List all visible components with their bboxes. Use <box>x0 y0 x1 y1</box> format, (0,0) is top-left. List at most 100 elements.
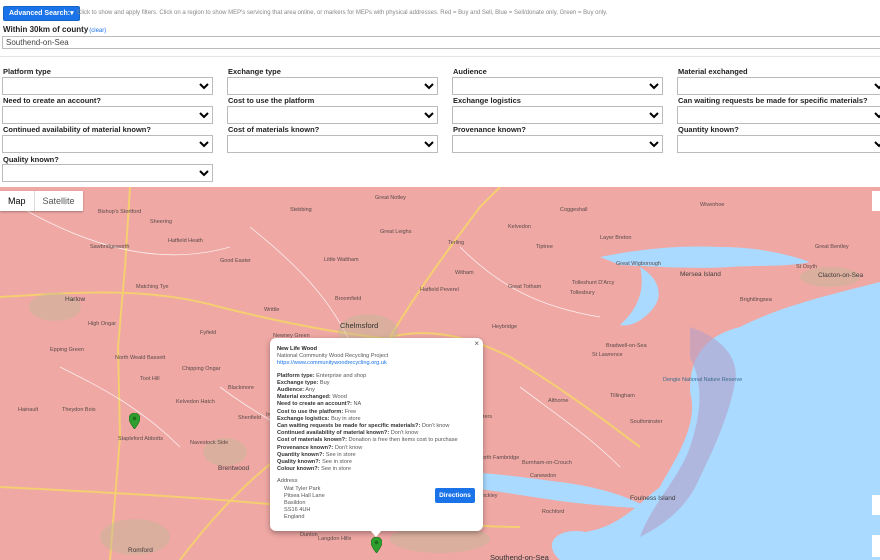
place-label: Southminster <box>630 419 663 425</box>
map-marker-pin-icon[interactable] <box>129 413 140 429</box>
info-row-value: See in store <box>325 451 356 458</box>
info-row-value: Don't know <box>421 423 450 430</box>
info-row: Platform type: Enterprise and shop <box>277 373 476 380</box>
place-label: Coggeshall <box>560 207 588 213</box>
place-label: Tolleshunt D'Arcy <box>572 280 615 286</box>
info-row: Exchange logistics: Buy in store <box>277 416 476 423</box>
info-organisation: National Community Wood Recycling Projec… <box>277 353 389 360</box>
place-label: Great Leighs <box>380 229 412 235</box>
filter-label: Can waiting requests be made for specifi… <box>678 96 868 105</box>
filter-select[interactable] <box>452 77 663 95</box>
info-row-value: Don't know <box>390 430 419 437</box>
filter-select[interactable] <box>2 106 213 124</box>
place-label: Great Notley <box>375 195 406 201</box>
info-row: Cost of materials known?: Donation is fr… <box>277 437 476 444</box>
place-label: Epping Green <box>50 347 84 353</box>
filter-label: Platform type <box>3 67 51 76</box>
info-row-key: Quality known?: <box>277 459 321 466</box>
filter-select[interactable] <box>227 77 438 95</box>
place-label: Heybridge <box>492 324 518 330</box>
map-type-control: Map Satellite <box>0 191 83 211</box>
place-label: Dengie National Nature Reserve <box>663 377 743 383</box>
place-label: Sheering <box>150 219 173 225</box>
place-label: Fyfield <box>200 330 217 336</box>
advanced-search-button[interactable]: Advanced Search:▾ <box>3 6 80 21</box>
place-label: Blackmore <box>228 385 254 391</box>
info-row-value: Don't know <box>334 444 363 451</box>
place-label: Brentwood <box>218 465 250 472</box>
place-label: Stebbing <box>290 207 312 213</box>
place-label: Layer Breton <box>600 235 632 241</box>
info-row-key: Can waiting requests be made for specifi… <box>277 423 421 430</box>
filter-select[interactable] <box>2 164 213 182</box>
filter-select[interactable] <box>677 106 880 124</box>
map-type-satellite-button[interactable]: Satellite <box>35 191 83 211</box>
info-window-tail <box>370 530 382 537</box>
place-label: Little Waltham <box>324 257 359 263</box>
info-row: Exchange type: Buy <box>277 380 476 387</box>
map-marker-pin-icon[interactable] <box>371 537 382 553</box>
filter-label: Exchange logistics <box>453 96 521 105</box>
info-website-link[interactable]: https://www.communitywoodrecycling.org.u… <box>277 360 476 367</box>
map-type-map-button[interactable]: Map <box>0 191 35 211</box>
place-label: Brightlingsea <box>740 297 772 303</box>
info-row-key: Quantity known?: <box>277 451 325 458</box>
filter-select[interactable] <box>452 106 663 124</box>
info-row-value: Any <box>305 387 315 394</box>
filter-label: Audience <box>453 67 487 76</box>
info-row: Quality known?: See in store <box>277 459 476 466</box>
place-label: Great Bentley <box>815 244 849 250</box>
info-row-key: Platform type: <box>277 372 315 379</box>
filter-label: Quantity known? <box>678 125 739 134</box>
info-title: New Life Wood <box>277 346 317 352</box>
info-row-value: See in store <box>321 466 351 473</box>
place-label: Terling <box>448 240 465 246</box>
fullscreen-button[interactable] <box>872 191 880 211</box>
info-row-key: Colour known?: <box>277 466 320 473</box>
place-label: Kelvedon <box>508 224 531 230</box>
place-label: Tillingham <box>610 393 635 399</box>
place-label: Kelvedon Hatch <box>176 399 215 405</box>
filter-select[interactable] <box>227 135 438 153</box>
place-label: Chelmsford <box>340 321 379 330</box>
info-row-key: Continued availability of material known… <box>277 430 390 437</box>
filter-select[interactable] <box>677 77 880 95</box>
info-row-value: Buy in store <box>331 415 361 422</box>
county-input[interactable] <box>2 36 880 49</box>
info-row-value: See in store <box>322 459 352 466</box>
place-label: Tollesbury <box>570 290 595 296</box>
place-label: Langdon Hills <box>318 536 352 542</box>
place-label: Witham <box>455 270 474 276</box>
filter-select[interactable] <box>2 135 213 153</box>
place-label: Rochford <box>542 509 565 515</box>
filter-select[interactable] <box>677 135 880 153</box>
place-label: Foulness Island <box>630 495 676 502</box>
info-row-key: Cost to use the platform: <box>277 408 344 415</box>
coast-region <box>640 187 880 282</box>
filter-label: Provenance known? <box>453 125 526 134</box>
filter-select[interactable] <box>452 135 663 153</box>
place-label: Theydon Bois <box>62 407 96 413</box>
place-label: Canewdon <box>530 473 557 479</box>
filter-help-text: Click to show and apply filters. Click o… <box>77 10 608 16</box>
place-label: Toot Hill <box>140 376 160 382</box>
filter-select[interactable] <box>2 77 213 95</box>
info-details: Platform type: Enterprise and shop Exchan… <box>277 373 476 474</box>
place-label: Dunton <box>300 532 318 538</box>
filter-select[interactable] <box>227 106 438 124</box>
place-label: Matching Tye <box>136 284 169 290</box>
info-row-value: Free <box>344 408 357 415</box>
county-clear-link[interactable]: (clear) <box>89 28 106 34</box>
place-label: Good Easter <box>220 258 251 264</box>
directions-button[interactable]: Directions <box>435 488 475 503</box>
filter-label: Cost of materials known? <box>228 125 320 134</box>
pegman-icon[interactable] <box>872 495 880 515</box>
zoom-in-button[interactable] <box>872 535 880 557</box>
address-label: Address <box>277 478 298 485</box>
info-row: Cost to use the platform: Free <box>277 409 476 416</box>
close-icon[interactable]: × <box>474 339 479 347</box>
filter-label: Quality known? <box>3 155 59 164</box>
county-filter-label: Within 30km of county(clear) <box>3 25 106 34</box>
info-row: Colour known?: See in store <box>277 466 476 473</box>
county-label-text: Within 30km of county <box>3 25 89 34</box>
